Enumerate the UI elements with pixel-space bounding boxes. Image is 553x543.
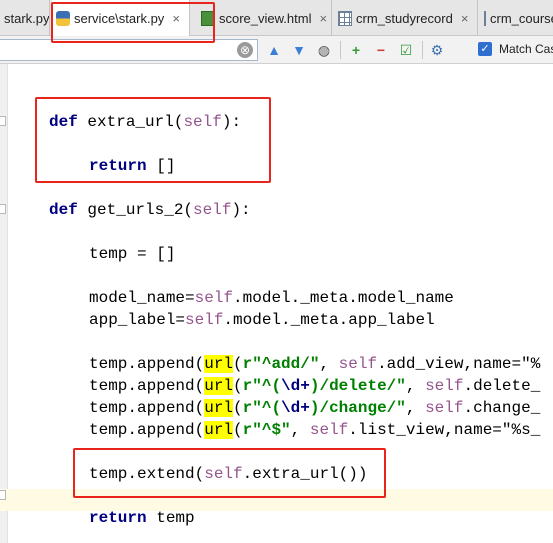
toolbar-separator	[340, 41, 341, 59]
code-line: def get_urls_2(self):	[49, 201, 251, 219]
close-icon[interactable]: ×	[461, 11, 469, 26]
match-case-label: Match Case	[499, 42, 553, 56]
remove-selection-icon[interactable]: −	[372, 41, 390, 59]
annotation-box-extra-url	[35, 97, 271, 183]
close-icon[interactable]: ×	[319, 11, 327, 26]
tab-score-view-html[interactable]: score_view.html ×	[197, 0, 332, 36]
fold-marker-icon[interactable]	[0, 116, 6, 126]
code-line: temp.append(url(r"^$", self.list_view,na…	[89, 421, 541, 439]
code-line: app_label=self.model._meta.app_label	[89, 311, 435, 329]
annotation-box-extend	[73, 448, 386, 498]
code-line: temp.append(url(r"^add/", self.add_view,…	[89, 355, 541, 373]
tab-label: score_view.html	[219, 10, 312, 26]
code-line: temp.append(url(r"^(\d+)/change/", self.…	[89, 399, 541, 417]
toolbar-separator	[422, 41, 423, 59]
gutter	[0, 64, 8, 543]
code-line: return temp	[89, 509, 195, 527]
tab-crm-studyrecord[interactable]: crm_studyrecord ×	[334, 0, 478, 36]
previous-occurrence-icon[interactable]: ▲	[265, 41, 283, 59]
code-line: temp.append(url(r"^(\d+)/delete/", self.…	[89, 377, 541, 395]
fold-marker-icon[interactable]	[0, 204, 6, 214]
table-icon	[338, 10, 352, 26]
match-case-checkbox[interactable]: ✓	[478, 42, 492, 56]
tab-label: crm_course	[490, 10, 553, 26]
clear-search-icon[interactable]: ⊗	[237, 42, 253, 58]
code-line: temp = []	[89, 245, 176, 263]
tab-crm-course[interactable]: crm_course	[480, 0, 553, 36]
next-occurrence-icon[interactable]: ▼	[290, 41, 308, 59]
find-all-icon[interactable]: ◍	[315, 41, 333, 59]
fold-marker-icon[interactable]	[0, 490, 6, 500]
add-selection-icon[interactable]: +	[347, 41, 365, 59]
annotation-box-tab	[51, 2, 215, 43]
select-all-occurrences-icon[interactable]: ☑	[397, 41, 415, 59]
tab-label: stark.py	[4, 10, 50, 26]
tab-label: crm_studyrecord	[356, 10, 453, 26]
tab-stark-py[interactable]: stark.py ×	[0, 0, 50, 36]
code-line: model_name=self.model._meta.model_name	[89, 289, 454, 307]
table-icon	[484, 10, 486, 26]
gear-icon[interactable]: ⚙	[428, 41, 446, 59]
